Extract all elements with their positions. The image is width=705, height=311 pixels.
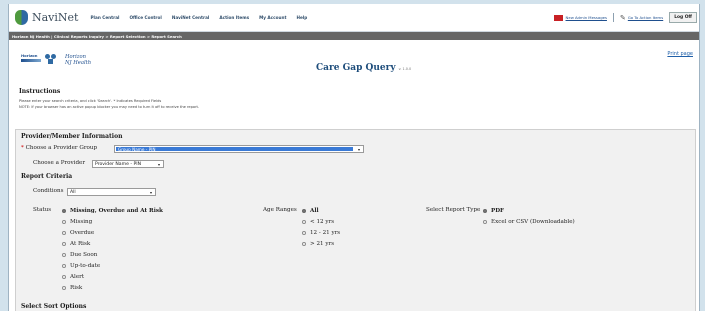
plan-name-line2: NJ Health [65, 60, 92, 66]
bcbs-logo-text: Horizon [21, 53, 38, 58]
pen-icon[interactable]: ✎ [620, 14, 626, 22]
mail-icon[interactable] [553, 14, 563, 21]
radio-button[interactable] [62, 286, 66, 290]
provider-group-label: * Choose a Provider Group [21, 145, 97, 151]
radio-selected[interactable] [62, 209, 66, 213]
radio-selected[interactable] [302, 209, 306, 213]
report-type-pdf[interactable]: PDF [483, 208, 504, 214]
top-right-tools: New Admin Messages ✎ Go To Action Items … [553, 12, 697, 23]
conditions-select[interactable]: All ▾ [67, 188, 156, 196]
status-label: Status [33, 207, 52, 213]
main-nav: Plan Central Office Control NaviNet Cent… [90, 15, 317, 20]
nav-navinet-central[interactable]: NaviNet Central [172, 15, 210, 20]
report-criteria-heading: Report Criteria [21, 173, 73, 180]
provider-group-select[interactable]: Group Name - PIN ▾ [114, 145, 364, 153]
age-option-over-21[interactable]: > 21 yrs [302, 241, 334, 247]
provider-group-value: Group Name - PIN [116, 147, 353, 152]
navinet-logo-text: NaviNet [32, 11, 79, 24]
provider-value: Provider Name - PIN [95, 162, 142, 167]
radio-selected[interactable] [483, 209, 487, 213]
radio-button[interactable] [302, 242, 306, 246]
chevron-down-icon: ▾ [157, 162, 160, 167]
plan-name: Horizon NJ Health [65, 54, 91, 66]
chevron-down-icon: ▾ [149, 190, 152, 195]
report-type-label: Select Report Type [426, 207, 481, 213]
status-option-missing-overdue-at-risk[interactable]: Missing, Overdue and At Risk [62, 208, 163, 214]
status-option-risk[interactable]: Risk [62, 285, 82, 291]
breadcrumb: Horizon NJ Health | Clinical Reports Inq… [9, 32, 699, 40]
instructions-text-2: NOTE: If your browser has an active popu… [19, 105, 200, 109]
age-option-12-21[interactable]: 12 - 21 yrs [302, 230, 340, 236]
divider [612, 13, 614, 22]
report-header: Horizon Horizon NJ Health Care Gap Query… [9, 40, 699, 84]
radio-button[interactable] [302, 220, 306, 224]
radio-button[interactable] [62, 231, 66, 235]
radio-button[interactable] [62, 275, 66, 279]
bcbs-logo: Horizon [21, 54, 41, 66]
report-type-excel-csv[interactable]: Excel or CSV (Downloadable) [483, 219, 575, 225]
print-page-link[interactable]: Print page [667, 51, 693, 57]
status-option-missing[interactable]: Missing [62, 219, 92, 225]
navinet-logo-icon [15, 10, 28, 25]
conditions-value: All [70, 190, 76, 195]
new-admin-messages-link[interactable]: New Admin Messages [566, 15, 607, 20]
nav-plan-central[interactable]: Plan Central [90, 15, 119, 20]
navinet-logo[interactable]: NaviNet [15, 10, 78, 25]
radio-button[interactable] [62, 253, 66, 257]
cross-shield-icon [45, 54, 57, 65]
instructions-heading: Instructions [19, 88, 61, 95]
radio-button[interactable] [62, 242, 66, 246]
instructions-text-1: Please enter your search criteria, and c… [19, 99, 162, 103]
breadcrumb-text: Horizon NJ Health | Clinical Reports Inq… [12, 33, 182, 39]
status-option-overdue[interactable]: Overdue [62, 230, 94, 236]
provider-select[interactable]: Provider Name - PIN ▾ [92, 160, 164, 168]
page-title: Care Gap Query [316, 63, 396, 73]
provider-group-label-text: Choose a Provider Group [25, 145, 98, 151]
age-ranges-label: Age Ranges [263, 207, 297, 213]
radio-button[interactable] [62, 264, 66, 268]
sort-options-heading: Select Sort Options [21, 303, 87, 310]
version-label: v. 1.0.0 [398, 67, 412, 71]
plan-logo: Horizon Horizon NJ Health [21, 54, 91, 66]
log-off-button[interactable]: Log Off [669, 12, 697, 23]
nav-action-items[interactable]: Action Items [219, 15, 249, 20]
go-to-action-items-link[interactable]: Go To Action Items [628, 15, 663, 20]
bcbs-logo-bar [21, 59, 41, 62]
radio-button[interactable] [62, 220, 66, 224]
age-option-under-12[interactable]: < 12 yrs [302, 219, 334, 225]
status-option-at-risk[interactable]: At Risk [62, 241, 90, 247]
radio-button[interactable] [302, 231, 306, 235]
age-option-all[interactable]: All [302, 208, 319, 214]
nav-my-account[interactable]: My Account [259, 15, 286, 20]
nav-help[interactable]: Help [296, 15, 307, 20]
status-option-alert[interactable]: Alert [62, 274, 84, 280]
status-option-due-soon[interactable]: Due Soon [62, 252, 97, 258]
page-title-wrap: Care Gap Query v. 1.0.0 [316, 63, 411, 73]
status-option-up-to-date[interactable]: Up-to-date [62, 263, 100, 269]
nav-office-control[interactable]: Office Control [129, 15, 161, 20]
chevron-down-icon: ▾ [357, 147, 360, 152]
provider-member-heading: Provider/Member Information [21, 133, 123, 140]
conditions-label: Conditions [33, 188, 64, 194]
browser-page: NaviNet Plan Central Office Control Navi… [8, 4, 700, 311]
search-form-panel: Provider/Member Information * Choose a P… [15, 129, 696, 311]
top-navigation-bar: NaviNet Plan Central Office Control Navi… [9, 4, 699, 32]
radio-button[interactable] [483, 220, 487, 224]
provider-label: Choose a Provider [33, 160, 86, 166]
